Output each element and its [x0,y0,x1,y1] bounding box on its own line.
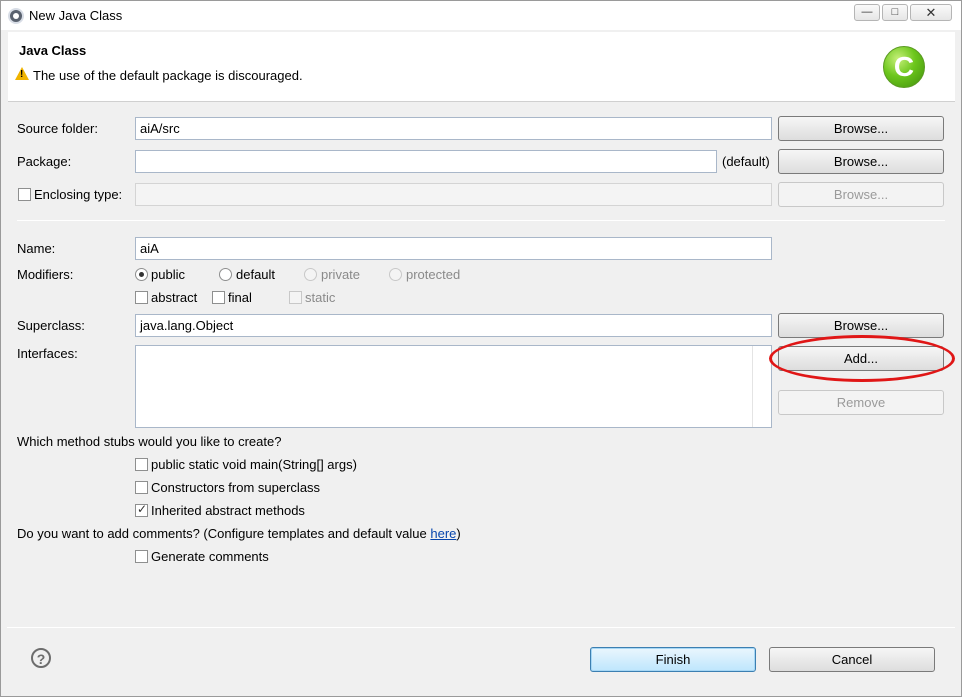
window-title: New Java Class [29,8,123,23]
superclass-label: Superclass: [17,318,85,333]
modifier-abstract-label: abstract [151,290,198,305]
enclosing-type-label: Enclosing type: [34,187,123,202]
package-browse-button[interactable]: Browse... [778,149,944,174]
modifier-default-label: default [236,267,276,282]
package-default-label: (default) [722,154,770,169]
stub-inherited-label: Inherited abstract methods [151,503,305,518]
remove-interface-button: Remove [778,390,944,415]
java-class-icon: C [883,46,925,88]
footer-separator [7,627,955,628]
stub-constructors-label: Constructors from superclass [151,480,321,495]
enclosing-type-input [135,183,772,206]
modifier-static-label: static [305,290,336,305]
stub-constructors-checkbox[interactable] [135,481,148,494]
highlight-annotation [769,335,955,382]
title-bar: New Java Class — □ ✕ [1,1,961,30]
page-title: Java Class [19,43,87,58]
modifier-public-radio[interactable] [135,268,148,281]
interfaces-list-scrollbar[interactable] [752,346,753,427]
configure-templates-link[interactable]: here [430,526,456,541]
interfaces-list[interactable] [135,345,772,428]
modifier-final-label: final [228,290,252,305]
modifier-public-label: public [151,267,185,282]
modifiers-label: Modifiers: [17,267,74,282]
header-message: The use of the default package is discou… [33,68,303,83]
comments-question-end: ) [456,526,461,541]
generate-comments-label: Generate comments [151,549,269,564]
stub-inherited-checkbox[interactable] [135,502,148,517]
separator [17,220,945,221]
comments-question-text: Do you want to add comments? (Configure … [17,526,431,541]
modifier-static-checkbox [289,291,302,304]
close-icon[interactable]: ✕ [910,4,952,21]
eclipse-app-icon [8,8,24,24]
enclosing-type-checkbox[interactable] [18,188,31,201]
generate-comments-checkbox[interactable] [135,550,148,563]
comments-question: Do you want to add comments? (Configure … [17,526,461,541]
modifier-protected-radio [389,268,402,281]
cancel-button[interactable]: Cancel [769,647,935,672]
method-stubs-question: Which method stubs would you like to cre… [17,434,282,449]
name-input[interactable]: aiA [135,237,772,260]
wizard-header: Java Class ! The use of the default pack… [8,32,955,102]
stub-main-checkbox[interactable] [135,458,148,471]
source-folder-label: Source folder: [17,121,98,136]
help-icon[interactable]: ? [31,648,51,668]
modifier-private-radio [304,268,317,281]
new-java-class-dialog: New Java Class — □ ✕ Java Class ! The us… [0,0,962,697]
package-label: Package: [17,154,72,169]
maximize-icon[interactable]: □ [882,4,908,21]
package-input[interactable] [135,150,717,173]
stub-main-label: public static void main(String[] args) [151,457,357,472]
enclosing-type-browse-button: Browse... [778,182,944,207]
interfaces-label: Interfaces: [17,346,78,361]
modifier-default-radio[interactable] [219,268,232,281]
name-label: Name: [17,241,56,256]
finish-button[interactable]: Finish [590,647,756,672]
source-folder-browse-button[interactable]: Browse... [778,116,944,141]
minimize-icon[interactable]: — [854,4,880,21]
modifier-protected-label: protected [406,267,461,282]
warning-icon-mark: ! [20,69,24,80]
modifier-private-label: private [321,267,361,282]
superclass-input[interactable]: java.lang.Object [135,314,772,337]
modifier-abstract-checkbox[interactable] [135,291,148,304]
modifier-final-checkbox[interactable] [212,291,225,304]
source-folder-input[interactable]: aiA/src [135,117,772,140]
